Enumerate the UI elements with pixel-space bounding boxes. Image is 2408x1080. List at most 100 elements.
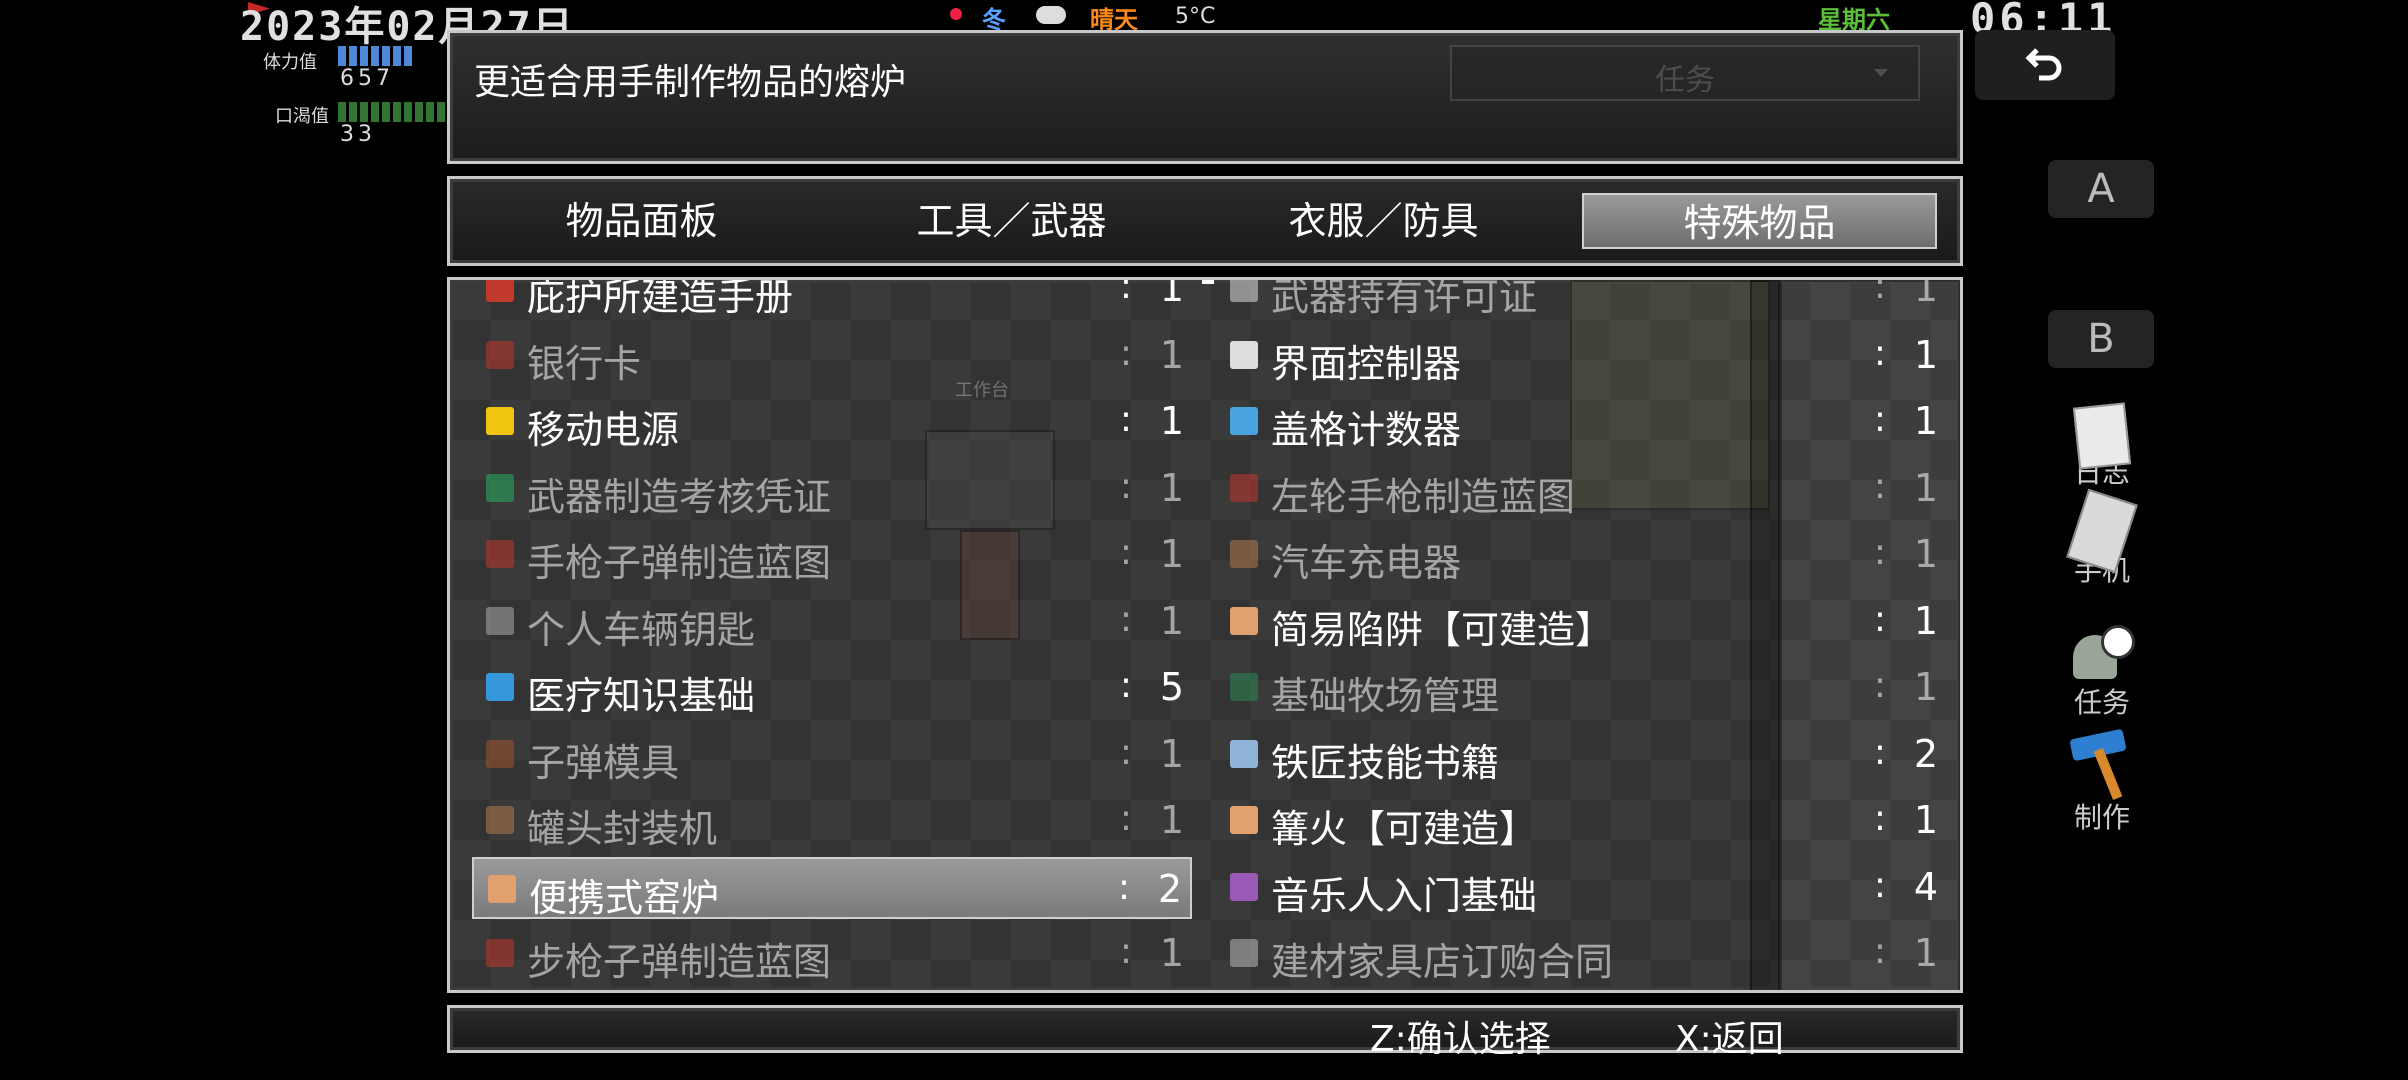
book-purple-icon xyxy=(1230,872,1258,901)
item-name: 基础牧场管理 xyxy=(1271,674,1500,718)
thermometer-icon xyxy=(950,8,962,20)
item-separator: : xyxy=(1873,399,1886,440)
item-name: 庇护所建造手册 xyxy=(527,277,794,319)
item-name: 医疗知识基础 xyxy=(527,674,756,718)
item-separator: : xyxy=(1119,532,1132,573)
item-separator: : xyxy=(1119,598,1132,640)
b-button[interactable]: B xyxy=(2048,310,2154,368)
a-button[interactable]: A xyxy=(2048,160,2154,218)
inventory-item[interactable]: 左轮手枪制造蓝图:1 xyxy=(1216,458,1946,520)
item-separator: : xyxy=(1119,399,1132,440)
item-separator: : xyxy=(1119,277,1132,307)
stamina-label: 体力值 xyxy=(263,52,317,73)
item-name: 建材家具店订购合同 xyxy=(1271,940,1614,984)
confirm-hint: Z:确认选择 xyxy=(1370,1019,1551,1060)
cloud-icon xyxy=(1036,6,1066,24)
inventory-item[interactable]: 简易陷阱【可建造】:1 xyxy=(1216,591,1946,653)
item-quantity: 1 xyxy=(1159,731,1184,776)
undo-arrow-icon xyxy=(2025,48,2062,81)
inventory-item[interactable]: 基础牧场管理:1 xyxy=(1216,657,1946,719)
craft-button[interactable]: 制作 xyxy=(2052,728,2152,836)
tab-tools-weapons[interactable]: 工具／武器 xyxy=(834,193,1189,249)
inventory-item[interactable]: 盖格计数器:1 xyxy=(1216,391,1946,453)
item-name: 左轮手枪制造蓝图 xyxy=(1271,474,1576,519)
item-name: 铁匠技能书籍 xyxy=(1271,740,1500,785)
inventory-item[interactable]: 罐头封装机:1 xyxy=(472,790,1192,852)
temperature-display: 5°C xyxy=(1175,4,1216,29)
category-tabs: 物品面板 工具／武器 衣服／防具 特殊物品 xyxy=(447,176,1963,266)
log-button[interactable]: 日志 xyxy=(2052,402,2152,491)
item-separator: : xyxy=(1873,798,1886,839)
item-separator: : xyxy=(1873,931,1886,972)
item-name: 汽车充电器 xyxy=(1271,541,1462,585)
inventory-item[interactable]: 个人车辆钥匙:1 xyxy=(472,591,1192,653)
item-separator: : xyxy=(1873,731,1886,773)
item-quantity: 1 xyxy=(1159,598,1184,643)
inventory-list: 工作台 庇护所建造手册:1 银行卡:1 移动电源:1 武器制造考核凭证:1 手枪子弹制造… xyxy=(447,277,1963,993)
inventory-item[interactable]: 庇护所建造手册:1 xyxy=(472,277,1192,320)
inventory-item[interactable]: 界面控制器:1 xyxy=(1216,325,1946,387)
lightning-icon xyxy=(486,407,514,435)
inventory-item[interactable]: 音乐人入门基础:4 xyxy=(1216,857,1946,919)
item-quantity: 1 xyxy=(1913,465,1938,510)
mission-label: 任务 xyxy=(2073,686,2130,719)
key-icon xyxy=(486,606,514,635)
inventory-item[interactable]: 手枪子弹制造蓝图:1 xyxy=(472,524,1192,586)
item-quantity: 1 xyxy=(1159,465,1184,510)
inventory-item[interactable]: 武器持有许可证:1 xyxy=(1216,277,1946,320)
box-icon xyxy=(1230,540,1258,568)
item-name: 音乐人入门基础 xyxy=(1271,873,1538,918)
inventory-item[interactable]: 汽车充电器:1 xyxy=(1216,524,1946,586)
game-screen: 2023年02月27日 冬 晴天 5°C 星期六 06:11 体力值 657 口… xyxy=(0,0,2408,1080)
contract-icon xyxy=(1230,939,1258,967)
inventory-item[interactable]: 铁匠技能书籍:2 xyxy=(1216,724,1946,786)
inventory-item[interactable]: 子弹模具:1 xyxy=(472,724,1192,786)
item-quantity: 1 xyxy=(1913,277,1938,310)
back-hint: X:返回 xyxy=(1675,1019,1784,1060)
inventory-item[interactable]: 建材家具店订购合同:1 xyxy=(1216,923,1946,985)
box-icon xyxy=(488,874,516,903)
item-quantity: 4 xyxy=(1913,864,1938,909)
signal-icon xyxy=(1230,407,1258,435)
blueprint-icon xyxy=(1230,473,1258,502)
thirst-label: 口渴值 xyxy=(275,106,329,127)
inventory-item[interactable]: 移动电源:1 xyxy=(472,391,1192,453)
item-name: 武器持有许可证 xyxy=(1271,277,1538,319)
inventory-item[interactable]: 步枪子弹制造蓝图:1 xyxy=(472,923,1192,985)
item-quantity: 1 xyxy=(1913,598,1938,643)
chevron-down-icon xyxy=(1874,69,1888,77)
item-description-panel: 更适合用手制作物品的熔炉 任务 xyxy=(447,30,1963,164)
item-quantity: 1 xyxy=(1913,665,1938,709)
item-quantity: 1 xyxy=(1159,798,1184,842)
box-icon xyxy=(486,806,514,834)
inventory-item[interactable]: 篝火【可建造】:1 xyxy=(1216,790,1946,852)
alarm-bell-icon xyxy=(2067,625,2137,687)
inventory-item[interactable]: 银行卡:1 xyxy=(472,325,1192,387)
phone-button[interactable]: 手机 xyxy=(2052,488,2152,589)
tab-clothes-armor[interactable]: 衣服／防具 xyxy=(1206,193,1561,249)
tab-items[interactable]: 物品面板 xyxy=(464,193,819,249)
mission-dropdown-label: 任务 xyxy=(1655,63,1715,98)
item-name: 子弹模具 xyxy=(527,740,680,785)
inventory-item[interactable]: 便携式窑炉:2 xyxy=(472,856,1192,920)
certificate-icon xyxy=(486,473,514,502)
item-name: 简易陷阱【可建造】 xyxy=(1271,607,1614,652)
tab-special-items[interactable]: 特殊物品 xyxy=(1582,193,1937,249)
item-separator: : xyxy=(1119,665,1132,706)
inventory-item[interactable]: 武器制造考核凭证:1 xyxy=(472,458,1192,520)
item-quantity: 1 xyxy=(1913,399,1938,443)
item-quantity: 1 xyxy=(1159,399,1184,443)
item-quantity: 1 xyxy=(1913,532,1938,576)
item-separator: : xyxy=(1873,332,1886,374)
item-quantity: 2 xyxy=(1913,731,1938,776)
item-name: 银行卡 xyxy=(527,341,642,386)
item-name: 手枪子弹制造蓝图 xyxy=(527,541,832,585)
box-icon xyxy=(1230,806,1258,834)
item-quantity: 1 xyxy=(1913,931,1938,975)
back-button[interactable] xyxy=(1975,30,2115,100)
mission-button[interactable]: 任务 xyxy=(2052,625,2152,721)
craft-label: 制作 xyxy=(2073,801,2130,834)
thirst-value: 33 xyxy=(340,122,376,147)
box-icon xyxy=(1230,606,1258,635)
inventory-item[interactable]: 医疗知识基础:5 xyxy=(472,657,1192,719)
